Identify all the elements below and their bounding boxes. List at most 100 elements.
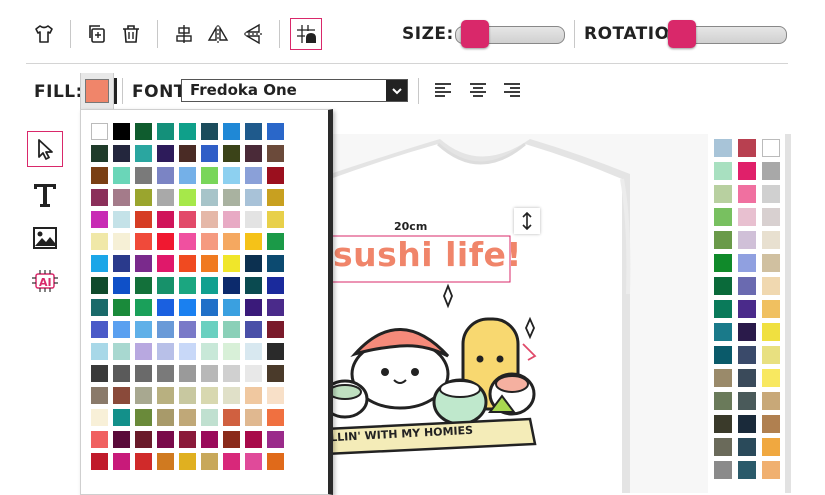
color-swatch[interactable] (714, 392, 732, 410)
color-swatch[interactable] (201, 233, 218, 250)
color-swatch[interactable] (223, 343, 240, 360)
color-swatch[interactable] (135, 123, 152, 140)
color-swatch[interactable] (201, 453, 218, 470)
color-swatch[interactable] (179, 123, 196, 140)
image-tool-icon[interactable] (27, 220, 63, 256)
color-swatch[interactable] (179, 409, 196, 426)
color-swatch[interactable] (223, 321, 240, 338)
color-swatch[interactable] (201, 277, 218, 294)
color-swatch[interactable] (738, 369, 756, 387)
color-swatch[interactable] (201, 431, 218, 448)
color-swatch[interactable] (223, 167, 240, 184)
color-swatch[interactable] (179, 189, 196, 206)
color-swatch[interactable] (267, 277, 284, 294)
color-swatch[interactable] (91, 189, 108, 206)
ai-tool-icon[interactable]: AI (27, 263, 63, 299)
color-swatch[interactable] (267, 123, 284, 140)
align-left-icon[interactable] (433, 82, 453, 104)
color-swatch[interactable] (91, 321, 108, 338)
color-swatch[interactable] (157, 167, 174, 184)
color-swatch[interactable] (157, 123, 174, 140)
color-swatch[interactable] (135, 255, 152, 272)
color-swatch[interactable] (157, 431, 174, 448)
color-swatch[interactable] (223, 145, 240, 162)
color-swatch[interactable] (267, 409, 284, 426)
color-swatch[interactable] (179, 211, 196, 228)
color-swatch[interactable] (267, 233, 284, 250)
color-swatch[interactable] (91, 145, 108, 162)
color-swatch[interactable] (201, 255, 218, 272)
color-swatch[interactable] (267, 211, 284, 228)
color-swatch[interactable] (245, 431, 262, 448)
color-swatch[interactable] (201, 343, 218, 360)
rotation-slider-handle[interactable] (668, 20, 696, 48)
color-swatch[interactable] (201, 145, 218, 162)
font-select[interactable]: Fredoka One (181, 79, 408, 102)
color-swatch[interactable] (267, 365, 284, 382)
color-swatch[interactable] (738, 139, 756, 157)
color-swatch[interactable] (113, 123, 130, 140)
align-center-icon[interactable] (170, 20, 198, 48)
color-swatch[interactable] (179, 145, 196, 162)
color-swatch[interactable] (135, 189, 152, 206)
trash-icon[interactable] (117, 20, 145, 48)
color-swatch[interactable] (762, 208, 780, 226)
size-slider[interactable] (455, 20, 565, 48)
color-swatch[interactable] (113, 233, 130, 250)
color-swatch[interactable] (179, 277, 196, 294)
color-swatch[interactable] (91, 431, 108, 448)
color-swatch[interactable] (113, 167, 130, 184)
color-swatch[interactable] (179, 321, 196, 338)
color-swatch[interactable] (157, 145, 174, 162)
color-swatch[interactable] (91, 409, 108, 426)
color-swatch[interactable] (179, 453, 196, 470)
color-swatch[interactable] (762, 415, 780, 433)
color-swatch[interactable] (201, 211, 218, 228)
color-swatch[interactable] (135, 409, 152, 426)
color-swatch[interactable] (157, 365, 174, 382)
color-swatch[interactable] (762, 185, 780, 203)
bring-to-front-icon[interactable] (290, 18, 322, 50)
color-swatch[interactable] (245, 365, 262, 382)
color-swatch[interactable] (738, 392, 756, 410)
color-swatch[interactable] (245, 343, 262, 360)
color-swatch[interactable] (714, 185, 732, 203)
color-swatch[interactable] (714, 208, 732, 226)
color-swatch[interactable] (157, 189, 174, 206)
color-swatch[interactable] (135, 233, 152, 250)
color-swatch[interactable] (179, 233, 196, 250)
color-swatch[interactable] (762, 369, 780, 387)
color-swatch[interactable] (113, 255, 130, 272)
color-swatch[interactable] (157, 387, 174, 404)
color-swatch[interactable] (762, 254, 780, 272)
color-swatch[interactable] (738, 277, 756, 295)
color-swatch[interactable] (738, 300, 756, 318)
color-swatch[interactable] (762, 277, 780, 295)
color-swatch[interactable] (267, 145, 284, 162)
color-swatch[interactable] (91, 277, 108, 294)
color-swatch[interactable] (113, 453, 130, 470)
color-swatch[interactable] (113, 409, 130, 426)
color-swatch[interactable] (179, 299, 196, 316)
color-swatch[interactable] (245, 233, 262, 250)
fill-color-tab[interactable] (80, 73, 114, 109)
color-swatch[interactable] (762, 346, 780, 364)
fill-color-swatch[interactable] (85, 79, 109, 103)
color-swatch[interactable] (179, 431, 196, 448)
color-swatch[interactable] (135, 387, 152, 404)
size-slider-handle[interactable] (460, 20, 489, 48)
color-swatch[interactable] (91, 255, 108, 272)
duplicate-icon[interactable] (83, 20, 111, 48)
color-swatch[interactable] (223, 211, 240, 228)
align-right-text-icon[interactable] (502, 82, 522, 104)
color-swatch[interactable] (223, 453, 240, 470)
color-swatch[interactable] (245, 409, 262, 426)
color-swatch[interactable] (113, 321, 130, 338)
color-swatch[interactable] (157, 255, 174, 272)
color-swatch[interactable] (223, 409, 240, 426)
color-swatch[interactable] (135, 277, 152, 294)
color-swatch[interactable] (201, 299, 218, 316)
color-swatch[interactable] (157, 299, 174, 316)
color-swatch[interactable] (223, 387, 240, 404)
color-swatch[interactable] (201, 167, 218, 184)
